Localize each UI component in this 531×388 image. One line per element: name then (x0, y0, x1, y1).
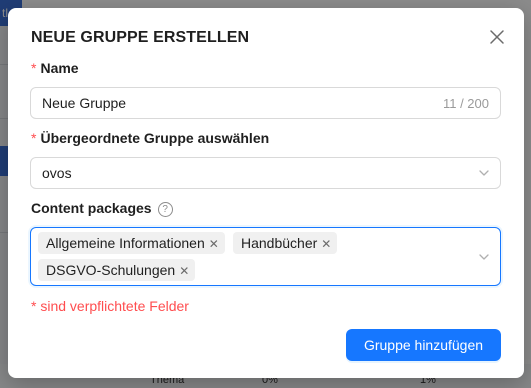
modal-title: NEUE GRUPPE ERSTELLEN (31, 29, 250, 46)
content-packages-select[interactable]: Allgemeine Informationen ✕ Handbücher ✕ DS… (30, 227, 501, 286)
parent-group-label-text: Übergeordnete Gruppe auswählen (40, 130, 270, 146)
required-marker: * (31, 130, 37, 146)
name-char-counter: 11 / 200 (442, 96, 489, 111)
name-field-label: * Name (31, 60, 79, 76)
add-group-button[interactable]: Gruppe hinzufügen (346, 329, 501, 361)
chevron-down-icon (479, 254, 489, 260)
chevron-down-icon (479, 170, 489, 176)
content-package-tag: Allgemeine Informationen ✕ (38, 232, 225, 254)
name-label-text: Name (40, 60, 79, 76)
parent-group-value: ovos (42, 165, 72, 181)
tag-label: DSGVO-Schulungen (46, 262, 176, 278)
question-circle-icon[interactable]: ? (157, 202, 173, 217)
parent-group-label: * Übergeordnete Gruppe auswählen (31, 130, 269, 146)
tag-label: Allgemeine Informationen (46, 235, 205, 251)
close-button[interactable] (486, 26, 508, 48)
required-fields-hint: * sind verpflichtete Felder (31, 298, 189, 314)
tag-remove-icon[interactable]: ✕ (321, 233, 331, 255)
content-packages-label-text: Content packages (31, 200, 152, 216)
name-input-value: Neue Gruppe (42, 95, 127, 111)
parent-group-select[interactable]: ovos (30, 157, 501, 189)
tag-remove-icon[interactable]: ✕ (209, 233, 219, 255)
tag-label: Handbücher (241, 235, 318, 251)
close-icon (490, 30, 504, 44)
create-group-modal: NEUE GRUPPE ERSTELLEN * Name Neue Gruppe … (8, 8, 524, 378)
name-input[interactable]: Neue Gruppe 11 / 200 (30, 87, 501, 119)
tag-remove-icon[interactable]: ✕ (179, 260, 189, 282)
required-marker: * (31, 60, 37, 76)
content-package-tag: Handbücher ✕ (233, 232, 338, 255)
content-package-tag: DSGVO-Schulungen ✕ (38, 259, 196, 282)
content-packages-label: Content packages? (31, 200, 173, 217)
